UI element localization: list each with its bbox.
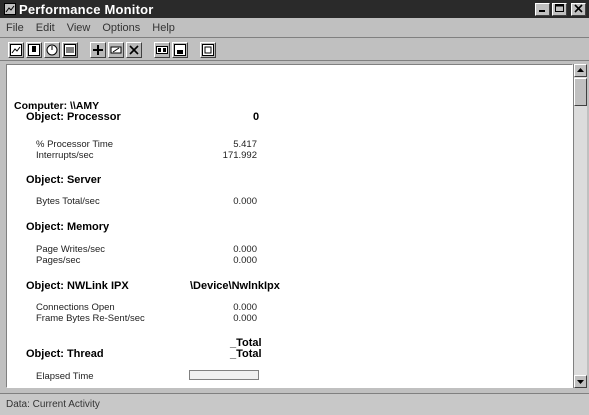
value-processor-time: 5.417 [233,139,257,150]
window-title: Performance Monitor [19,1,154,17]
ipx-instance: \Device\NwlnkIpx [190,280,280,292]
title-bar: Performance Monitor [0,0,589,18]
log-view-button[interactable] [44,41,60,58]
report-view-icon [64,43,76,56]
log-view-icon [46,44,58,55]
value-bytes-total: 0.000 [233,196,257,207]
menu-view[interactable]: View [67,22,91,34]
performance-monitor-window: Performance Monitor File Edit View Optio… [0,0,589,415]
thread-instance: _Total [230,348,262,360]
options-icon [202,43,214,56]
processor-instance: 0 [253,111,260,123]
scroll-thumb[interactable] [574,78,587,106]
delete-counter-button[interactable] [126,41,142,58]
counter-bytes-total[interactable]: Bytes Total/sec [36,196,100,207]
elapsed-time-value [189,370,259,380]
object-thread: Object: Thread [26,348,104,360]
bookmark-button[interactable] [172,41,188,58]
add-counter-button[interactable] [90,41,106,58]
add-counter-icon [93,44,103,55]
bookmark-icon [174,43,186,56]
options-button[interactable] [200,41,216,58]
edit-counter-button[interactable] [108,41,124,58]
update-now-icon [156,45,168,54]
scroll-down-button[interactable] [574,375,587,388]
value-pages: 0.000 [233,255,257,266]
chart-view-icon [10,43,22,56]
status-text: Data: Current Activity [6,399,100,410]
object-server: Object: Server [26,174,102,186]
app-icon[interactable] [4,3,16,15]
report-view: Computer: \\AMY Object: Processor 0 % Pr… [6,64,573,388]
menu-file[interactable]: File [6,22,24,34]
counter-interrupts[interactable]: Interrupts/sec [36,150,94,161]
close-icon [574,3,583,13]
vertical-scrollbar[interactable] [573,64,587,388]
menu-options[interactable]: Options [102,22,140,34]
arrow-up-icon [577,68,584,72]
update-now-button[interactable] [154,41,170,58]
maximize-button[interactable] [552,2,567,16]
object-nwlink-ipx: Object: NWLink IPX [26,280,129,292]
counter-frame-bytes[interactable]: Frame Bytes Re-Sent/sec [36,313,145,324]
counter-pages[interactable]: Pages/sec [36,255,80,266]
scroll-up-button[interactable] [574,64,587,77]
value-connections-open: 0.000 [233,302,257,313]
counter-page-writes[interactable]: Page Writes/sec [36,244,105,255]
minimize-button[interactable] [535,2,550,16]
toolbar [0,39,589,61]
report-view-button[interactable] [62,41,78,58]
menu-help[interactable]: Help [152,22,175,34]
counter-connections-open[interactable]: Connections Open [36,302,115,313]
value-interrupts: 171.992 [222,150,257,161]
counter-processor-time[interactable]: % Processor Time [36,139,113,150]
minimize-icon [539,9,545,12]
value-page-writes: 0.000 [233,244,257,255]
counter-elapsed-time[interactable]: Elapsed Time [36,371,94,382]
object-memory: Object: Memory [26,221,110,233]
menu-edit[interactable]: Edit [36,22,55,34]
delete-counter-icon [129,44,139,55]
edit-counter-icon [110,46,122,53]
close-button[interactable] [571,2,586,16]
menu-bar: File Edit View Options Help [0,18,589,38]
value-frame-bytes: 0.000 [233,313,257,324]
alert-view-button[interactable] [26,41,42,58]
object-processor: Object: Processor [26,111,121,123]
status-bar: Data: Current Activity [0,393,589,415]
chart-view-button[interactable] [8,41,24,58]
alert-view-icon [28,43,40,56]
arrow-down-icon [577,380,584,384]
